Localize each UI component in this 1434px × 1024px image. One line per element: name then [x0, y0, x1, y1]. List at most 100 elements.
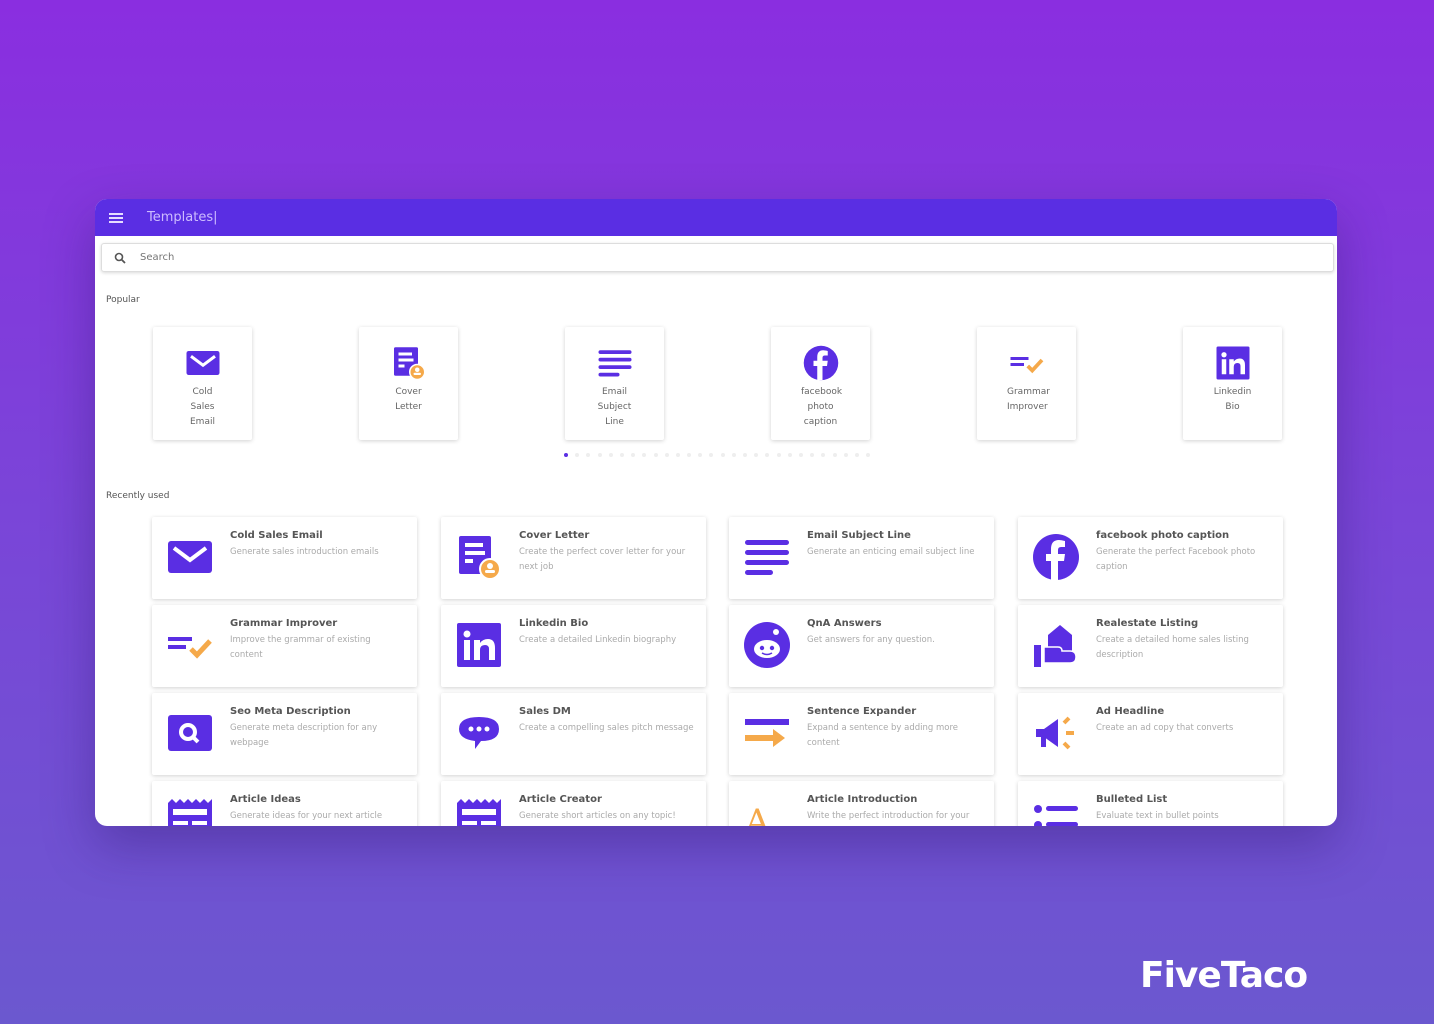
template-card[interactable]: QnA Answers Get answers for any question.	[729, 605, 994, 687]
carousel-dot[interactable]	[765, 453, 770, 457]
popular-card-label: Cover Letter	[395, 387, 422, 412]
linkedin-icon	[455, 621, 503, 669]
carousel-dot[interactable]	[675, 453, 680, 457]
template-title: Article Introduction	[807, 794, 918, 805]
popular-card-label: Cold Sales Email	[190, 387, 215, 427]
search-icon	[114, 252, 126, 264]
carousel-dot[interactable]	[854, 453, 859, 457]
house-hand-icon	[1032, 621, 1080, 669]
carousel-dot[interactable]	[664, 453, 669, 457]
template-card[interactable]: Linkedin Bio Create a detailed Linkedin b…	[441, 605, 706, 687]
carousel-dots	[564, 453, 871, 457]
template-card[interactable]: Sentence Expander Expand a sentence by ad…	[729, 693, 994, 775]
popular-card[interactable]: Cold Sales Email	[153, 327, 252, 440]
template-title: facebook photo caption	[1096, 530, 1230, 541]
carousel-dot[interactable]	[798, 453, 803, 457]
popular-card-label: Email Subject Line	[597, 387, 632, 427]
template-description: Improve the grammar of existing content	[230, 635, 371, 660]
carousel-dot[interactable]	[776, 453, 781, 457]
bullet-list-icon	[1032, 797, 1080, 826]
carousel-dot[interactable]	[832, 453, 837, 457]
carousel-dot[interactable]	[698, 453, 703, 457]
reddit-icon	[743, 621, 791, 669]
template-description: Create the perfect cover letter for your…	[519, 547, 686, 572]
template-card[interactable]: Cold Sales Email Generate sales introduct…	[152, 517, 417, 599]
carousel-dot[interactable]	[754, 453, 759, 457]
chat-bubble-icon	[455, 709, 503, 757]
carousel-dot[interactable]	[642, 453, 647, 457]
template-title: Cover Letter	[519, 530, 590, 541]
popular-card[interactable]: Linkedin Bio	[1183, 327, 1282, 440]
carousel-dot[interactable]	[564, 453, 568, 457]
carousel-dot[interactable]	[631, 453, 636, 457]
carousel-dot[interactable]	[586, 453, 591, 457]
template-card[interactable]: Sales DM Create a compelling sales pitch …	[441, 693, 706, 775]
template-card[interactable]: Article Creator Generate short articles o…	[441, 781, 706, 826]
cover-letter-icon	[359, 327, 458, 385]
carousel-dot[interactable]	[843, 453, 848, 457]
newspaper-icon	[166, 797, 214, 826]
megaphone-icon	[1032, 709, 1080, 757]
template-title: Email Subject Line	[807, 530, 911, 541]
popular-card[interactable]: Email Subject Line	[565, 327, 664, 440]
template-description: Generate ideas for your next article	[230, 811, 383, 821]
template-card[interactable]: A Article Introduction Write the perfect i…	[729, 781, 994, 826]
app-window: Templates| Popular Cold Sales Email Cover…	[95, 199, 1337, 826]
carousel-dot[interactable]	[575, 453, 580, 457]
template-title: Linkedin Bio	[519, 618, 589, 629]
recently-used-label: Recently used	[106, 491, 170, 501]
popular-card[interactable]: facebook photo caption	[771, 327, 870, 440]
menu-icon[interactable]	[109, 212, 123, 223]
grammar-check-icon	[166, 621, 214, 669]
carousel-dot[interactable]	[687, 453, 692, 457]
template-card[interactable]: Cover Letter Create the perfect cover let…	[441, 517, 706, 599]
template-title: Bulleted List	[1096, 794, 1168, 805]
template-description: Create an ad copy that converts	[1096, 723, 1234, 733]
popular-card[interactable]: Grammar Improver	[977, 327, 1076, 440]
popular-card[interactable]: Cover Letter	[359, 327, 458, 440]
linkedin-icon	[1183, 327, 1282, 385]
template-card[interactable]: Ad Headline Create an ad copy that conver…	[1018, 693, 1283, 775]
carousel-dot[interactable]	[810, 453, 815, 457]
carousel-dot[interactable]	[821, 453, 826, 457]
carousel-dot[interactable]	[619, 453, 624, 457]
newspaper-icon	[455, 797, 503, 826]
template-description: Generate short articles on any topic!	[519, 811, 676, 821]
carousel-dot[interactable]	[866, 453, 871, 457]
carousel-dot[interactable]	[709, 453, 714, 457]
carousel-dot[interactable]	[608, 453, 613, 457]
carousel-dot[interactable]	[731, 453, 736, 457]
template-card[interactable]: Bulleted List Evaluate text in bullet poi…	[1018, 781, 1283, 826]
cover-letter-icon	[455, 533, 503, 581]
template-description: Generate meta description for any webpag…	[230, 723, 378, 748]
template-card[interactable]: Email Subject Line Generate an enticing e…	[729, 517, 994, 599]
search-bar[interactable]	[101, 243, 1334, 272]
carousel-dot[interactable]	[787, 453, 792, 457]
popular-card-label: facebook photo caption	[801, 387, 843, 427]
template-description: Get answers for any question.	[807, 635, 935, 645]
search-input[interactable]	[140, 252, 740, 263]
grammar-check-icon	[977, 327, 1076, 385]
carousel-dot[interactable]	[597, 453, 602, 457]
template-card[interactable]: Seo Meta Description Generate meta descri…	[152, 693, 417, 775]
popular-card-label: Grammar Improver	[1007, 387, 1050, 412]
template-card[interactable]: facebook photo caption Generate the perfe…	[1018, 517, 1283, 599]
template-description: Create a compelling sales pitch message	[519, 723, 694, 733]
template-title: Grammar Improver	[230, 618, 338, 629]
envelope-icon	[153, 327, 252, 385]
template-title: Article Ideas	[230, 794, 301, 805]
search-box-icon	[166, 709, 214, 757]
carousel-dot[interactable]	[720, 453, 725, 457]
template-description: Generate the perfect Facebook photo capt…	[1096, 547, 1256, 572]
brand-logo: FiveTaco	[1140, 955, 1308, 996]
carousel-dot[interactable]	[743, 453, 747, 457]
template-card[interactable]: Grammar Improver Improve the grammar of e…	[152, 605, 417, 687]
template-title: Ad Headline	[1096, 706, 1165, 717]
facebook-icon	[771, 327, 870, 385]
template-description: Expand a sentence by adding more content	[807, 723, 958, 748]
carousel-dot[interactable]	[653, 453, 658, 457]
template-card[interactable]: Realestate Listing Create a detailed home…	[1018, 605, 1283, 687]
template-description: Create a detailed home sales listing des…	[1096, 635, 1249, 660]
template-title: Realestate Listing	[1096, 618, 1199, 629]
template-card[interactable]: Article Ideas Generate ideas for your nex…	[152, 781, 417, 826]
